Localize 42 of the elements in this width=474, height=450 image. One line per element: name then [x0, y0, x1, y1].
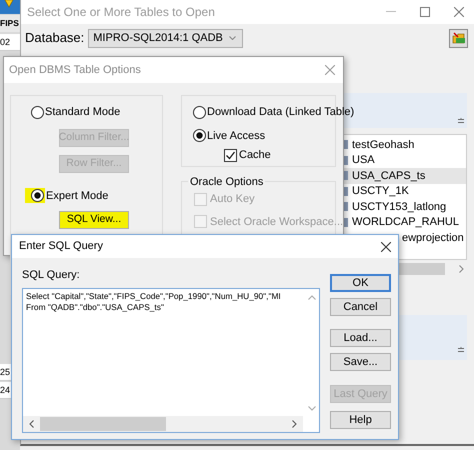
- window-title: Enter SQL Query: [19, 239, 103, 254]
- maximize-icon[interactable]: [420, 7, 430, 17]
- close-icon[interactable]: [381, 242, 391, 252]
- dialog-button[interactable]: Save...: [330, 353, 391, 371]
- column-header[interactable]: FIPS: [0, 15, 20, 32]
- table-cell: 02: [0, 34, 20, 51]
- window-title: Open DBMS Table Options: [9, 62, 141, 78]
- app-icon[interactable]: [4, 0, 14, 8]
- radio-button[interactable]: [31, 189, 44, 202]
- list-item[interactable]: USCTY153_latlong: [342, 199, 466, 214]
- sql-query-field[interactable]: Select "Capital","State","FIPS_Code","Pop_1990","Num_HU_90","MI From "QADB"."dbo"."USA_CAPS_ts": [22, 288, 320, 432]
- checkbox[interactable]: [224, 148, 237, 162]
- horizontal-scrollbar[interactable]: [23, 416, 303, 432]
- window-title: Select One or More Tables to Open: [27, 4, 215, 21]
- sort-icon[interactable]: [458, 347, 464, 353]
- radio-label[interactable]: Expert Mode: [46, 188, 108, 204]
- filter-button[interactable]: SQL View...: [59, 211, 129, 229]
- radio-label[interactable]: Download Data (Linked Table): [207, 104, 354, 120]
- radio-button[interactable]: [193, 129, 206, 142]
- list-item[interactable]: USCTY_1K: [342, 184, 466, 199]
- radio-button[interactable]: [193, 106, 206, 119]
- radio-label[interactable]: Live Access: [207, 128, 266, 144]
- list-item[interactable]: USA_CAPS_ts: [342, 168, 466, 184]
- query-text[interactable]: Select "Capital","State","FIPS_Code","Pop_1990","Num_HU_90","MI From "QADB"."dbo"."USA_CAPS_ts": [23, 288, 281, 312]
- open-table-button[interactable]: [449, 28, 468, 48]
- list-item[interactable]: testGeohash: [342, 137, 466, 152]
- sort-icon[interactable]: [458, 118, 464, 124]
- list-item[interactable]: USA: [342, 152, 466, 168]
- field-label: Database:: [25, 29, 84, 48]
- dialog-button[interactable]: Load...: [330, 329, 391, 347]
- list-item[interactable]: WORLDCAP_RAHUL: [342, 214, 466, 230]
- folder-icon: [452, 32, 466, 44]
- field-label: SQL Query:: [22, 268, 81, 283]
- database-dropdown[interactable]: MIPRO-SQL2014:1 QADB: [88, 28, 243, 48]
- dialog-button[interactable]: Help: [330, 411, 391, 429]
- dialog-button[interactable]: Cancel: [330, 298, 391, 316]
- checkbox-label[interactable]: Cache: [239, 147, 271, 164]
- caret-icon: [228, 36, 236, 40]
- radio-button[interactable]: [31, 106, 44, 119]
- radio-label[interactable]: Standard Mode: [45, 104, 120, 120]
- group-title: Oracle Options: [188, 174, 266, 190]
- dialog-button[interactable]: OK: [330, 274, 391, 292]
